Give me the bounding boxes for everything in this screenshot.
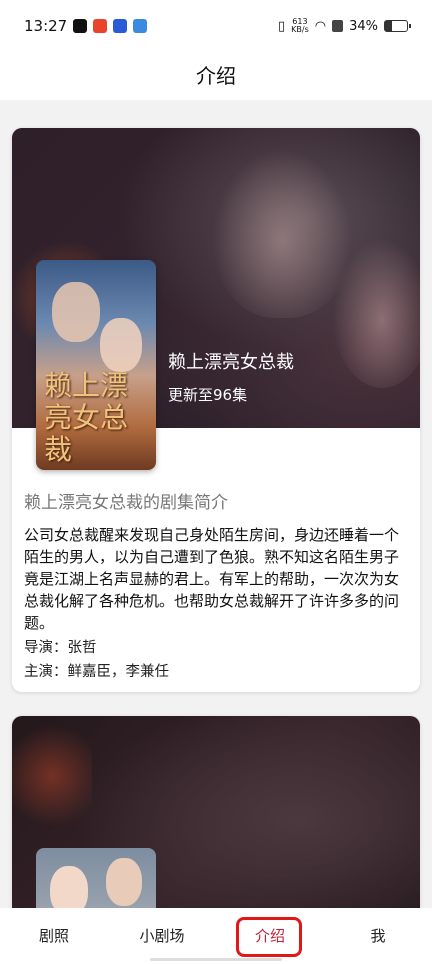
battery-icon <box>384 20 411 32</box>
director-line: 导演：张哲 <box>24 640 97 656</box>
wifi-icon: ◠ <box>314 18 327 34</box>
tab-stills[interactable]: 剧照 <box>4 908 104 964</box>
status-left: 13:27 <box>24 17 148 35</box>
home-indicator[interactable] <box>150 958 282 961</box>
hero-figure-man <box>212 148 352 318</box>
poster-figure-man <box>52 282 100 342</box>
app-icon <box>113 19 128 33</box>
app-icon-2 <box>133 19 148 33</box>
bottom-nav: 剧照 小剧场 介绍 我 <box>0 908 432 964</box>
active-tab-highlight <box>236 917 302 957</box>
sim-icon <box>332 20 344 32</box>
content-scroll[interactable]: 赖上漂亮女总裁 赖上漂亮女总裁 更新至96集 赖上漂亮女总裁的剧集简介 公司女总… <box>0 104 432 908</box>
network-speed: 613 KB/s <box>291 18 309 34</box>
tab-me[interactable]: 我 <box>328 908 428 964</box>
weibo-icon <box>93 19 108 33</box>
poster-figure-man <box>106 858 142 906</box>
hero-figure-woman <box>332 238 420 388</box>
tab-mini-theater[interactable]: 小剧场 <box>112 908 212 964</box>
poster-title-art: 赖上漂亮女总裁 <box>44 369 129 466</box>
page-title: 介绍 <box>0 52 432 100</box>
drama-poster-2[interactable] <box>36 848 156 908</box>
episode-count: 更新至96集 <box>168 386 248 404</box>
poster-figure-woman <box>50 866 88 908</box>
battery-percent: 34% <box>349 18 378 34</box>
synopsis-text: 公司女总裁醒来发现自己身处陌生房间，身边还睡着一个陌生的男人，以为自己遭到了色狼… <box>24 526 400 632</box>
drama-poster[interactable]: 赖上漂亮女总裁 <box>36 260 156 470</box>
status-right: ▯ 613 KB/s ◠ 34% <box>277 18 411 34</box>
clock: 13:27 <box>24 17 68 35</box>
hero-glow-2 <box>12 716 92 836</box>
tiktok-icon <box>73 19 88 33</box>
poster-figure-woman <box>100 318 142 372</box>
network-speed-unit: KB/s <box>291 25 309 34</box>
synopsis-heading: 赖上漂亮女总裁的剧集简介 <box>24 493 228 513</box>
vibrate-icon: ▯ <box>277 18 286 34</box>
drama-title: 赖上漂亮女总裁 <box>168 352 294 373</box>
cast-line: 主演：鲜嘉臣，李兼任 <box>24 664 169 680</box>
status-bar: 13:27 ▯ 613 KB/s ◠ 34% <box>0 0 432 52</box>
drama-card[interactable]: 赖上漂亮女总裁 赖上漂亮女总裁 更新至96集 赖上漂亮女总裁的剧集简介 公司女总… <box>12 128 420 692</box>
drama-card-2[interactable] <box>12 716 420 908</box>
